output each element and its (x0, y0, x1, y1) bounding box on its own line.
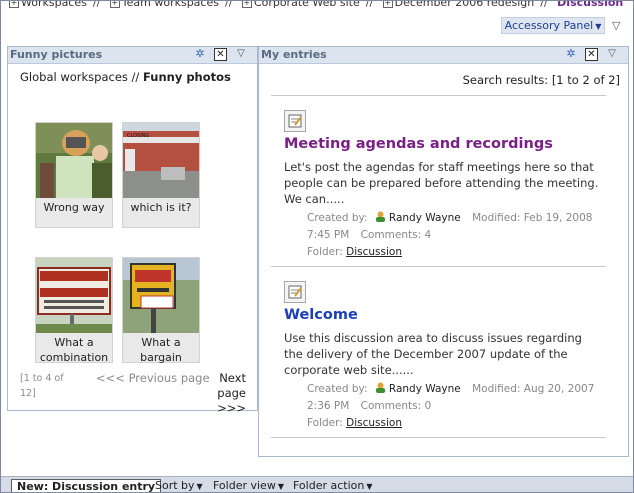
photo-thumbnail[interactable] (36, 123, 112, 198)
path-current: Funny photos (142, 70, 231, 84)
close-icon[interactable]: ✕ (214, 48, 227, 61)
notepad-icon[interactable] (284, 110, 306, 132)
breadcrumb-label: Team workspaces (121, 1, 219, 9)
user-icon (375, 211, 385, 222)
photo-thumbnail[interactable]: CLOSING (123, 123, 199, 198)
next-page-link[interactable]: Next page >>> (192, 371, 246, 416)
chevron-down-icon: ▼ (277, 482, 284, 491)
expand-icon: + (241, 1, 252, 8)
photo-thumbnail[interactable] (36, 258, 112, 333)
created-label: Created by: (307, 212, 368, 224)
minimize-icon[interactable]: ▽ (606, 48, 618, 60)
expand-icon: + (109, 1, 120, 8)
photo-item[interactable]: What a combination (35, 257, 113, 365)
chevron-down-icon: ▼ (196, 482, 203, 491)
entry-metadata: Created by: Randy Wayne Modified: Aug 20… (307, 381, 607, 432)
collapse-icon[interactable]: ▽ (612, 19, 620, 32)
entry-metadata: Created by: Randy Wayne Modified: Feb 19… (307, 210, 607, 261)
author-name: Randy Wayne (388, 212, 461, 224)
folder-link[interactable]: Discussion (346, 246, 402, 258)
user-icon (375, 382, 385, 393)
breadcrumb: + Workspaces// + Team workspaces// + Corpor… (1, 1, 633, 13)
accessory-panel-button[interactable]: Accessory Panel ▼ (501, 17, 605, 34)
breadcrumb-corporate-web-site[interactable]: + Corporate Web site (241, 1, 360, 9)
panel-header: Funny pictures ✲ ✕ ▽ (8, 47, 257, 64)
new-discussion-entry-button[interactable]: New: Discussion entry (11, 479, 162, 492)
gear-icon[interactable]: ✲ (565, 48, 577, 60)
panel-title: My entries (261, 48, 327, 61)
chevron-down-icon: ▼ (595, 22, 602, 31)
breadcrumb-team-workspaces[interactable]: + Team workspaces (109, 1, 219, 9)
photo-caption[interactable]: which is it? (123, 200, 199, 215)
sort-by-menu[interactable]: Sort by ▼ (155, 479, 203, 492)
breadcrumb-label: December 2006 redesign (394, 1, 535, 9)
divider (271, 95, 606, 96)
photo-caption[interactable]: What a combination (36, 335, 112, 365)
entry-excerpt: Let's post the agendas for staff meeting… (284, 160, 599, 206)
search-results-count: Search results: [1 to 2 of 2] (462, 73, 620, 87)
pager-count: [1 to 4 of 12] (20, 373, 64, 399)
photo-caption[interactable]: What a bargain (123, 335, 199, 365)
folder-link[interactable]: Discussion (346, 417, 402, 429)
entry-title[interactable]: Meeting agendas and recordings (284, 136, 553, 152)
panel-header: My entries ✲ ✕ ▽ (259, 47, 628, 64)
photo-item[interactable]: Wrong way (35, 122, 113, 228)
minimize-icon[interactable]: ▽ (235, 48, 247, 60)
app-window: + Workspaces// + Team workspaces// + Corpor… (0, 0, 634, 493)
panel-title: Funny pictures (10, 48, 103, 61)
expand-icon: + (382, 1, 393, 8)
gear-icon[interactable]: ✲ (194, 48, 206, 60)
folder-label: Folder: (307, 246, 343, 258)
sort-by-label: Sort by (155, 479, 195, 492)
photo-item[interactable]: What a bargain (122, 257, 200, 365)
author-name: Randy Wayne (388, 383, 461, 395)
divider (271, 437, 606, 438)
folder-view-menu[interactable]: Folder view ▼ (213, 479, 284, 492)
close-icon[interactable]: ✕ (585, 48, 598, 61)
breadcrumb-discussion: Discussion (557, 1, 624, 9)
created-label: Created by: (307, 383, 368, 395)
breadcrumb-workspaces[interactable]: + Workspaces (9, 1, 87, 9)
chevron-down-icon: ▼ (366, 482, 373, 491)
entry-excerpt: Use this discussion area to discuss issu… (284, 331, 582, 377)
breadcrumb-label: Workspaces (21, 1, 87, 9)
folder-label: Folder: (307, 417, 343, 429)
folder-action-menu[interactable]: Folder action ▼ (293, 479, 373, 492)
path-prefix[interactable]: Global workspaces // (20, 70, 143, 84)
comment-count: Comments: 4 (360, 229, 432, 241)
photo-item[interactable]: CLOSING which is it? (122, 122, 200, 228)
folder-view-label: Folder view (213, 479, 276, 492)
comment-count: Comments: 0 (360, 400, 432, 412)
breadcrumb-december-redesign[interactable]: + December 2006 redesign (382, 1, 535, 9)
photo-caption[interactable]: Wrong way (36, 200, 112, 215)
folder-action-label: Folder action (293, 479, 365, 492)
svg-text:CLOSING: CLOSING (127, 133, 149, 139)
bottom-toolbar: New: Discussion entry Sort by ▼ Folder vi… (1, 476, 633, 492)
funny-pictures-panel: Funny pictures ✲ ✕ ▽ Global workspaces /… (7, 46, 258, 415)
notepad-icon[interactable] (284, 281, 306, 303)
breadcrumb-label: Corporate Web site (253, 1, 360, 9)
expand-icon: + (9, 1, 19, 8)
folder-path: Global workspaces // Funny photos (20, 70, 231, 84)
entry-title[interactable]: Welcome (284, 307, 358, 323)
my-entries-panel: My entries ✲ ✕ ▽ Search results: [1 to 2… (258, 46, 629, 457)
divider (271, 266, 606, 267)
accessory-panel-label: Accessory Panel (504, 19, 594, 32)
photo-thumbnail[interactable] (123, 258, 199, 333)
